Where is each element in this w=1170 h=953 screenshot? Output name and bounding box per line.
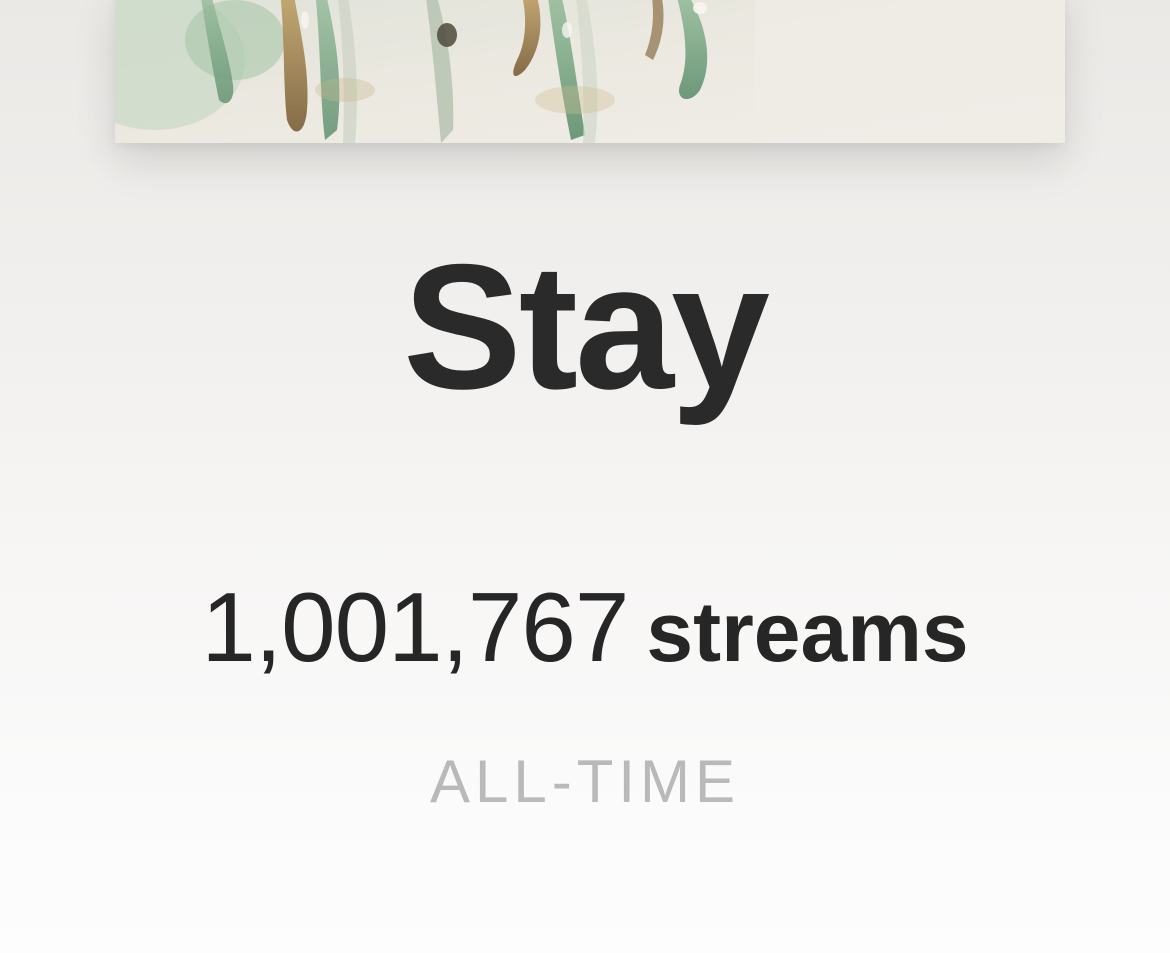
stream-unit-label: streams — [646, 585, 969, 679]
stream-count-row: 1,001,767 streams — [0, 578, 1170, 676]
track-title: Stay — [403, 227, 770, 426]
stream-count: 1,001,767 — [201, 572, 629, 682]
stats-card: Stay 1,001,767 streams ALL-TIME — [0, 0, 1170, 953]
album-art-image — [115, 0, 1065, 143]
period-label: ALL-TIME — [429, 748, 741, 815]
